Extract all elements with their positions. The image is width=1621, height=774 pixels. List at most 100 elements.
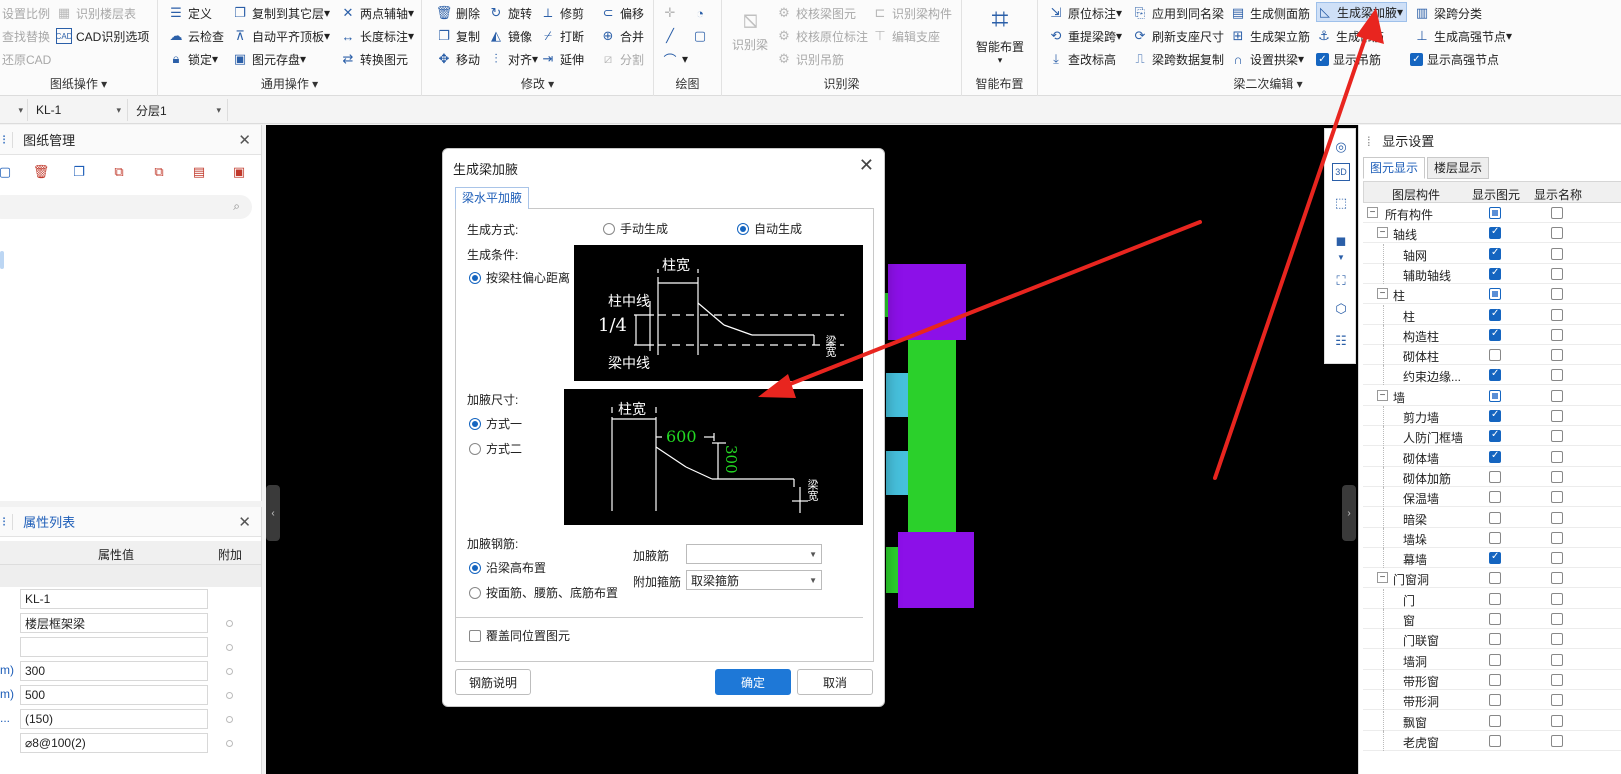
show-name-checkbox[interactable] xyxy=(1551,369,1563,382)
show-element-checkbox[interactable] xyxy=(1489,511,1501,524)
extend-button[interactable]: ⇥ 延伸 xyxy=(540,49,584,69)
show-name-checkbox[interactable] xyxy=(1551,450,1563,463)
display-row[interactable]: 砌体加筋 xyxy=(1363,466,1621,487)
smart-layout-button[interactable]: ⌗ 智能布置 ▾ xyxy=(966,2,1034,66)
display-row[interactable]: 柱 xyxy=(1363,304,1621,325)
rebar-help-button[interactable]: 钢筋说明 xyxy=(455,669,531,695)
locate-drawing-icon[interactable]: ⧉ xyxy=(148,161,170,183)
check-in-situ-label-button[interactable]: ⚙ 校核原位标注 xyxy=(776,26,868,46)
check-elevation-button[interactable]: ⤓ 查改标高 xyxy=(1048,49,1116,69)
extra-checkbox[interactable] xyxy=(226,716,233,723)
cube-solid-icon[interactable]: ◼ xyxy=(1329,229,1353,253)
copy-span-data-button[interactable]: ⎍ 梁跨数据复制 xyxy=(1132,49,1224,69)
chevron-down-icon[interactable]: ▼ xyxy=(1329,251,1353,263)
show-name-checkbox[interactable] xyxy=(1551,247,1563,260)
offset-button[interactable]: ⊂ 偏移 xyxy=(600,3,644,23)
convert-element-button[interactable]: ⇄ 转换图元 xyxy=(340,49,408,69)
save-element-button[interactable]: ▣ 图元存盘 ▾ xyxy=(232,49,306,69)
show-element-checkbox[interactable] xyxy=(1489,531,1501,544)
show-name-checkbox[interactable] xyxy=(1551,349,1563,362)
display-row[interactable]: 墙垛 xyxy=(1363,527,1621,548)
show-element-checkbox[interactable] xyxy=(1489,592,1501,605)
add-drawing-icon[interactable]: ▢ xyxy=(0,161,16,183)
display-row[interactable]: 人防门框墙 xyxy=(1363,426,1621,447)
rect-tool-button[interactable]: ▢ xyxy=(692,26,712,46)
display-row[interactable]: 带形窗 xyxy=(1363,669,1621,690)
show-element-checkbox[interactable] xyxy=(1489,409,1501,422)
re-extract-span-button[interactable]: ⟲ 重提梁跨 ▾ xyxy=(1048,26,1123,46)
property-value-field[interactable]: KL-1 xyxy=(20,589,208,609)
display-row[interactable]: 窗 xyxy=(1363,609,1621,629)
refresh-support-size-button[interactable]: ⟳ 刷新支座尺寸 xyxy=(1132,26,1224,46)
show-name-checkbox[interactable] xyxy=(1551,653,1563,666)
drag-handle-icon[interactable]: ⁞ xyxy=(1367,134,1371,149)
ok-button[interactable]: 确定 xyxy=(715,669,791,695)
eccentric-distance-radio[interactable]: 按梁柱偏心距离 xyxy=(469,269,570,286)
show-name-checkbox[interactable] xyxy=(1551,430,1563,443)
auto-gen-radio[interactable]: 自动生成 xyxy=(737,220,802,237)
show-name-checkbox[interactable] xyxy=(1551,714,1563,727)
gen-beam-haunch-button[interactable]: ◺ 生成梁加腋 ▾ xyxy=(1316,2,1408,22)
cloud-check-button[interactable]: ☁ 云检查 xyxy=(168,26,225,46)
extra-checkbox[interactable] xyxy=(226,668,233,675)
display-row[interactable]: 剪力墙 xyxy=(1363,406,1621,426)
display-row[interactable]: 门联窗 xyxy=(1363,629,1621,650)
close-icon[interactable]: ✕ xyxy=(238,513,251,531)
edit-support-button[interactable]: ⊤ 编辑支座 xyxy=(872,26,940,46)
display-row[interactable]: 约束边缘... xyxy=(1363,365,1621,386)
show-name-checkbox[interactable] xyxy=(1551,207,1563,219)
copy-to-other-layer-button[interactable]: ❐ 复制到其它层 ▾ xyxy=(232,3,330,23)
display-row[interactable]: 砌体柱 xyxy=(1363,345,1621,366)
show-name-checkbox[interactable] xyxy=(1551,491,1563,504)
show-element-checkbox[interactable] xyxy=(1489,349,1501,362)
show-element-checkbox[interactable] xyxy=(1489,288,1501,301)
in-situ-label-button[interactable]: ⇲ 原位标注 ▾ xyxy=(1048,3,1123,23)
rebar-by-face-radio[interactable]: 按面筋、腰筋、底筋布置 xyxy=(469,584,618,601)
set-scale-button[interactable]: 设置比例 xyxy=(2,3,50,23)
haunch-bar-select[interactable]: ▼ xyxy=(686,544,822,564)
display-row[interactable]: 飘窗 xyxy=(1363,710,1621,731)
show-element-checkbox[interactable] xyxy=(1489,207,1501,219)
display-settings-icon[interactable]: ☷ xyxy=(1329,329,1353,353)
display-row[interactable]: 带形洞 xyxy=(1363,690,1621,711)
copy-drawing-icon[interactable]: ❐ xyxy=(68,161,90,183)
show-name-checkbox[interactable] xyxy=(1551,470,1563,483)
circle-tool-button[interactable]: ◔ xyxy=(692,3,712,23)
manual-gen-radio[interactable]: 手动生成 xyxy=(603,220,668,237)
display-row[interactable]: − 所有构件 xyxy=(1363,203,1621,223)
check-beam-element-button[interactable]: ⚙ 校核梁图元 xyxy=(776,3,856,23)
show-name-checkbox[interactable] xyxy=(1551,552,1563,565)
display-row[interactable]: − 门窗洞 xyxy=(1363,568,1621,589)
show-element-checkbox[interactable] xyxy=(1489,429,1501,443)
replace-drawing-icon[interactable]: ▤ xyxy=(188,161,210,183)
show-element-checkbox[interactable] xyxy=(1489,551,1501,565)
extra-checkbox[interactable] xyxy=(226,644,233,651)
show-name-checkbox[interactable] xyxy=(1551,410,1563,422)
show-element-checkbox[interactable] xyxy=(1489,653,1501,666)
show-element-checkbox[interactable] xyxy=(1489,308,1501,321)
tab-floor-display[interactable]: 楼层显示 xyxy=(1427,157,1490,179)
show-element-checkbox[interactable] xyxy=(1489,328,1501,341)
size-mode1-radio[interactable]: 方式一 xyxy=(469,415,522,432)
beam-left-stub[interactable] xyxy=(886,547,898,593)
show-element-checkbox[interactable] xyxy=(1489,613,1501,625)
display-row[interactable]: 墙洞 xyxy=(1363,649,1621,670)
property-value-field[interactable] xyxy=(20,637,208,657)
expand-toggle-icon[interactable]: − xyxy=(1377,572,1388,584)
show-name-checkbox[interactable] xyxy=(1551,572,1563,585)
orbit-icon[interactable]: ◎ xyxy=(1329,135,1353,159)
property-value-field[interactable]: 500 xyxy=(20,685,208,705)
display-row[interactable]: 老虎窗 xyxy=(1363,730,1621,751)
show-element-checkbox[interactable] xyxy=(1489,673,1501,686)
display-row[interactable]: 保温墙 xyxy=(1363,487,1621,508)
display-row[interactable]: 构造柱 xyxy=(1363,324,1621,345)
find-replace-button[interactable]: 查找替换 xyxy=(2,26,50,46)
show-name-checkbox[interactable] xyxy=(1551,288,1563,301)
column-bottom[interactable] xyxy=(898,532,974,608)
show-element-checkbox[interactable] xyxy=(1489,694,1501,707)
show-element-checkbox[interactable] xyxy=(1489,450,1501,463)
expand-toggle-icon[interactable]: − xyxy=(1367,207,1378,218)
gen-high-strength-node-button[interactable]: ⊥ 生成高强节点 ▾ xyxy=(1414,26,1512,46)
display-row[interactable]: − 墙 xyxy=(1363,386,1621,406)
display-row[interactable]: 暗梁 xyxy=(1363,507,1621,528)
